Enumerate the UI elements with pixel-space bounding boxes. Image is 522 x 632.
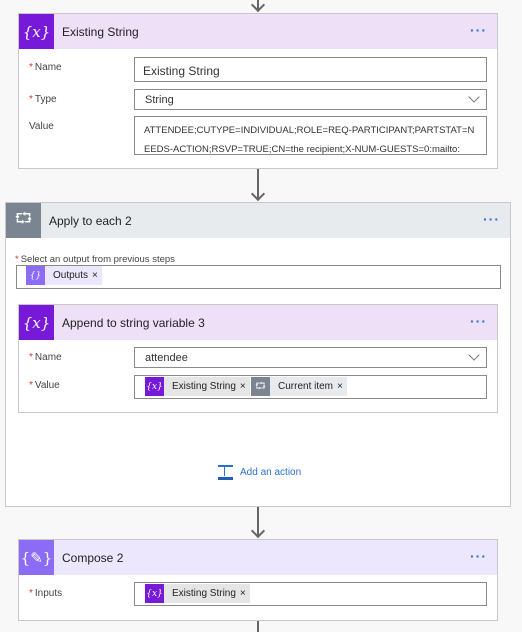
loop-icon: ⮔ [251,377,270,396]
loop-icon: ⮔ [6,203,41,238]
name-input[interactable]: Existing String [134,57,487,82]
variable-icon: {x} [145,584,164,603]
more-options-button[interactable]: ··· [470,22,487,38]
current-item-token[interactable]: ⮔ Current item × [251,377,347,396]
connector [257,621,259,632]
chevron-down-icon [468,91,480,103]
name-select[interactable]: attendee [134,347,487,368]
type-select[interactable]: String [134,89,487,110]
outputs-token[interactable]: {} Outputs × [26,266,102,285]
token-label: Existing String [172,588,236,599]
remove-token-icon[interactable]: × [240,588,250,599]
name-label: * Name [29,352,62,363]
select-output-label: * Select an output from previous steps [15,254,175,265]
card-title: Compose 2 [62,551,124,565]
inputs-input[interactable]: {x} Existing String × [134,582,487,606]
select-output-input[interactable]: {} Outputs × [16,265,501,289]
label-text: Name [34,62,62,73]
label-text: Type [34,94,57,105]
value-label: * Value [29,380,60,391]
compose-card[interactable]: {✎} Compose 2 ··· * Inputs {x} Existing S… [18,539,498,621]
card-title: Append to string variable 3 [62,316,205,330]
required-mark: * [29,588,33,599]
more-options-button[interactable]: ··· [470,548,487,564]
variable-icon: {x} [19,14,54,49]
remove-token-icon[interactable]: × [92,270,102,281]
type-label: * Type [29,94,57,105]
card-header[interactable]: ⮔ Apply to each 2 ··· [6,203,510,238]
label-text: Name [34,352,62,363]
type-value: String [145,94,174,106]
variable-icon: {x} [19,305,54,340]
variable-icon: {x} [145,377,164,396]
existing-string-token[interactable]: {x} Existing String × [145,584,250,603]
required-mark: * [29,352,33,363]
compose-icon: {} [26,266,45,285]
more-options-button[interactable]: ··· [470,313,487,329]
more-options-button[interactable]: ··· [483,211,500,227]
required-mark: * [15,254,19,265]
required-mark: * [29,62,33,73]
remove-token-icon[interactable]: × [240,381,250,392]
token-label: Outputs [53,270,89,281]
card-header[interactable]: {✎} Compose 2 ··· [19,540,497,575]
add-action-label: Add an action [240,467,302,478]
token-label: Current item [278,381,334,392]
arrow-down-icon [250,0,266,13]
required-mark: * [29,380,33,391]
remove-token-icon[interactable]: × [337,381,347,392]
add-action-icon [218,465,233,480]
add-action-button[interactable]: Add an action [218,465,301,480]
value-input[interactable]: ATTENDEE;CUTYPE=INDIVIDUAL;ROLE=REQ-PART… [134,116,487,155]
name-value: attendee [145,352,188,364]
inputs-label: * Inputs [29,588,62,599]
token-label: Existing String [172,381,236,392]
card-header[interactable]: {x} Existing String ··· [19,14,497,49]
chevron-down-icon [468,349,480,361]
card-title: Apply to each 2 [49,214,132,228]
value-label: Value [29,121,54,132]
value-input[interactable]: {x} Existing String × ⮔ Current item × [134,375,487,399]
arrow-down-icon [250,186,266,202]
label-text: Select an output from previous steps [20,254,175,265]
name-label: * Name [29,62,62,73]
card-title: Existing String [62,25,139,39]
required-mark: * [29,94,33,105]
card-header[interactable]: {x} Append to string variable 3 ··· [19,305,497,340]
arrow-down-icon [250,523,266,539]
label-text: Inputs [34,588,63,599]
apply-to-each-card[interactable]: ⮔ Apply to each 2 ··· * Select an output … [5,202,511,507]
append-to-string-card[interactable]: {x} Append to string variable 3 ··· * Nam… [18,304,498,413]
compose-icon: {✎} [19,540,54,575]
label-text: Value [34,380,60,391]
initialize-variable-card[interactable]: {x} Existing String ··· * Name Existing S… [18,13,498,169]
existing-string-token[interactable]: {x} Existing String × [145,377,250,396]
